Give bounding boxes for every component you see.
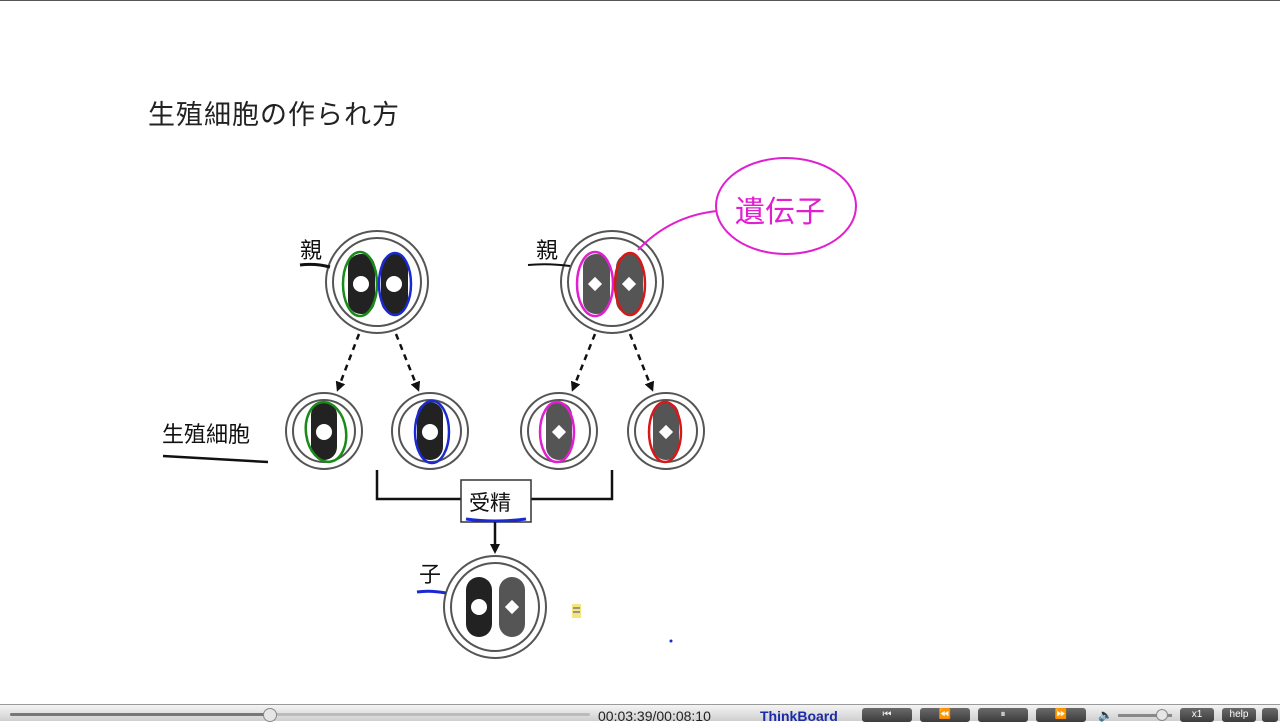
child-cell [443, 555, 547, 659]
child-underline [416, 589, 447, 595]
cursor-mark [572, 604, 581, 618]
rewind-icon: ⏪ [938, 709, 952, 720]
label-fertilization: 受精 [469, 491, 511, 515]
germ-cell-underline [162, 454, 269, 464]
germ-cell-magenta [520, 392, 598, 470]
parent-cell-left [325, 230, 429, 334]
label-gene-annotation: 遺伝子 [735, 195, 825, 230]
germ-cell-green [285, 392, 363, 470]
label-germ-cell: 生殖細胞 [162, 423, 251, 448]
label-parent-left: 親 [300, 239, 323, 264]
player-control-bar: 00:03:39/00:08:10 ThinkBoard ⏮ ⏪ ⏸ ⏩ 🔈 x… [0, 704, 1280, 724]
label-parent-right: 親 [536, 239, 559, 264]
germ-cell-red [627, 392, 705, 470]
label-child: 子 [419, 563, 442, 588]
germ-cell-blue [391, 392, 469, 470]
meiosis-diagram [162, 157, 857, 659]
seek-bar[interactable] [10, 708, 590, 722]
gene-annotation-pointer [637, 210, 718, 251]
pause-icon: ⏸ [1000, 709, 1006, 720]
pen-dot [669, 639, 673, 643]
playback-time: 00:03:39/00:08:10 [598, 708, 711, 724]
skip-back-icon: ⏮ [882, 709, 892, 720]
fast-forward-icon: ⏩ [1054, 709, 1068, 720]
brand-logo[interactable]: ThinkBoard [760, 708, 838, 724]
parent-cell-right [560, 230, 664, 334]
volume-slider[interactable] [1118, 709, 1172, 721]
volume-thumb[interactable] [1156, 709, 1168, 721]
seek-progress [10, 713, 270, 716]
whiteboard-canvas: 生殖細胞の作られ方 親 親 生殖細胞 受精 子 遺伝子 [0, 1, 1280, 704]
